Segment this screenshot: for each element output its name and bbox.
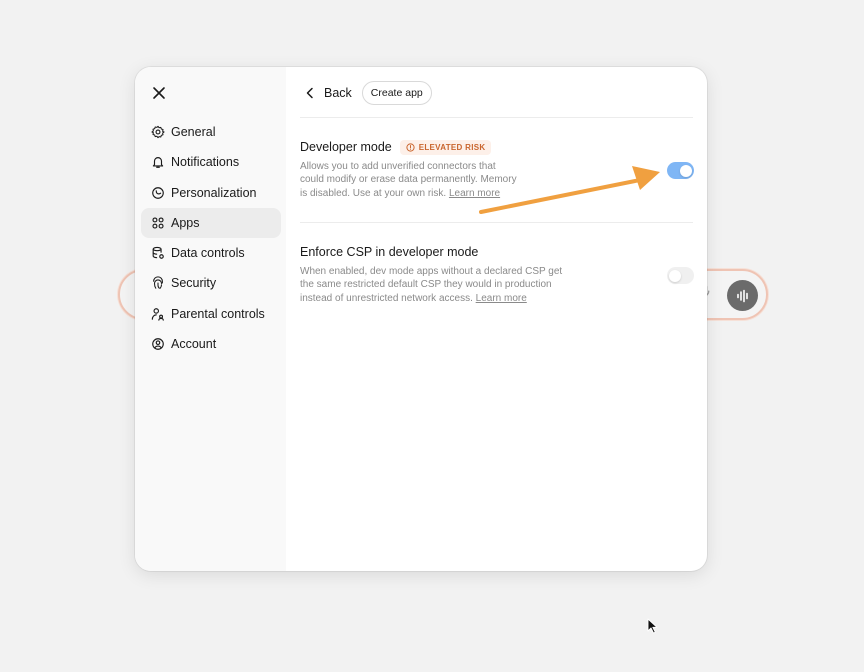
apps-grid-icon — [150, 215, 166, 231]
sidebar-item-label: Account — [171, 337, 217, 352]
desc-line: Allows you to add unverified connectors … — [300, 161, 496, 172]
sidebar-item-personalization[interactable]: Personalization — [141, 178, 281, 208]
personalization-icon — [150, 185, 166, 201]
sidebar-item-security[interactable]: Security — [141, 268, 281, 298]
learn-more-link[interactable]: Learn more — [449, 188, 500, 199]
gear-icon — [150, 124, 166, 140]
settings-content: Back Create app Developer mode ELEVATED … — [286, 67, 707, 571]
sidebar-item-label: Personalization — [171, 185, 257, 200]
settings-nav: General Notifications Personalization Ap… — [141, 117, 281, 359]
sidebar-item-label: Notifications — [171, 155, 240, 170]
sidebar-item-account[interactable]: Account — [141, 329, 281, 359]
desc-line: When enabled, dev mode apps without a de… — [300, 266, 563, 277]
sidebar-item-data-controls[interactable]: Data controls — [141, 238, 281, 268]
learn-more-link[interactable]: Learn more — [476, 293, 527, 304]
elevated-risk-badge: ELEVATED RISK — [399, 139, 492, 155]
sidebar-item-label: Data controls — [171, 246, 245, 261]
desc-line: is disabled. Use at your own risk. — [300, 187, 447, 199]
enforce-csp-toggle[interactable] — [667, 267, 694, 284]
create-app-button[interactable]: Create app — [361, 81, 432, 105]
voice-waveform-icon — [736, 289, 748, 302]
sidebar-item-label: Security — [171, 276, 217, 291]
badge-label: ELEVATED RISK — [418, 142, 486, 152]
voice-mode-button — [727, 280, 758, 311]
sidebar-item-label: Parental controls — [171, 306, 265, 321]
enforce-csp-title: Enforce CSP in developer mode — [300, 245, 479, 259]
fingerprint-icon — [150, 275, 166, 291]
developer-mode-toggle[interactable] — [667, 162, 694, 179]
close-icon — [153, 87, 165, 99]
desc-line: could modify or erase data permanently. … — [300, 174, 517, 186]
sidebar-item-apps[interactable]: Apps — [141, 207, 281, 238]
enforce-csp-setting: Enforce CSP in developer mode When enabl… — [300, 243, 693, 305]
toggle-knob — [669, 269, 681, 282]
sidebar-item-general[interactable]: General — [141, 117, 281, 147]
chevron-left-icon — [306, 87, 313, 99]
developer-mode-title: Developer mode — [300, 140, 392, 154]
back-button[interactable]: Back — [300, 81, 362, 105]
content-topbar: Back Create app — [300, 80, 693, 106]
desc-line: instead of unrestricted network access. — [300, 292, 473, 304]
developer-mode-description: Allows you to add unverified connectors … — [300, 160, 693, 200]
divider — [300, 117, 693, 118]
back-label: Back — [324, 86, 352, 100]
desc-line: the same restricted default CSP they wou… — [300, 279, 552, 291]
developer-mode-setting: Developer mode ELEVATED RISK Allows you … — [300, 138, 693, 200]
enforce-csp-description: When enabled, dev mode apps without a de… — [300, 265, 693, 305]
divider — [300, 222, 693, 223]
sidebar-item-label: General — [171, 125, 216, 139]
mouse-cursor-icon — [647, 618, 658, 634]
close-button[interactable] — [149, 83, 169, 103]
sidebar-item-label: Apps — [171, 215, 200, 230]
settings-sidebar: General Notifications Personalization Ap… — [135, 67, 286, 571]
account-icon — [150, 336, 166, 352]
database-icon — [150, 245, 166, 261]
create-app-label: Create app — [370, 87, 423, 99]
sidebar-item-parental-controls[interactable]: Parental controls — [141, 299, 281, 329]
settings-modal: General Notifications Personalization Ap… — [135, 67, 707, 571]
bell-icon — [150, 154, 166, 170]
parental-icon — [150, 306, 166, 322]
warning-circle-icon — [406, 142, 415, 152]
toggle-knob — [680, 164, 692, 177]
sidebar-item-notifications[interactable]: Notifications — [141, 147, 281, 177]
